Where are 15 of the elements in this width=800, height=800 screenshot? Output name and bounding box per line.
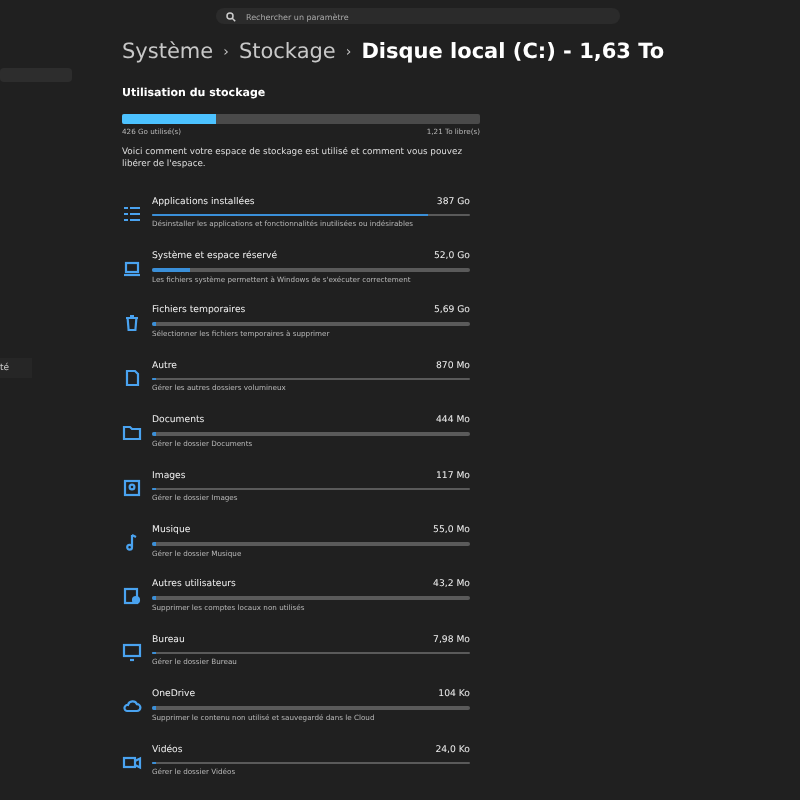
search-icon bbox=[226, 11, 236, 22]
music-note-icon bbox=[122, 532, 142, 553]
trash-icon bbox=[122, 312, 142, 333]
user-icon bbox=[122, 586, 142, 607]
laptop-icon bbox=[122, 258, 142, 279]
monitor-icon bbox=[122, 641, 142, 662]
video-camera-icon bbox=[122, 751, 142, 772]
list-icon bbox=[122, 203, 142, 224]
breadcrumb-item[interactable]: Système bbox=[122, 40, 214, 65]
cloud-icon bbox=[122, 696, 142, 717]
image-icon bbox=[122, 477, 142, 498]
document-icon bbox=[122, 367, 142, 388]
breadcrumb-item[interactable]: Disque local (C:) - 1,63 To bbox=[361, 40, 665, 65]
folder-icon bbox=[122, 422, 142, 443]
breadcrumb-item[interactable]: Stockage bbox=[238, 40, 336, 65]
